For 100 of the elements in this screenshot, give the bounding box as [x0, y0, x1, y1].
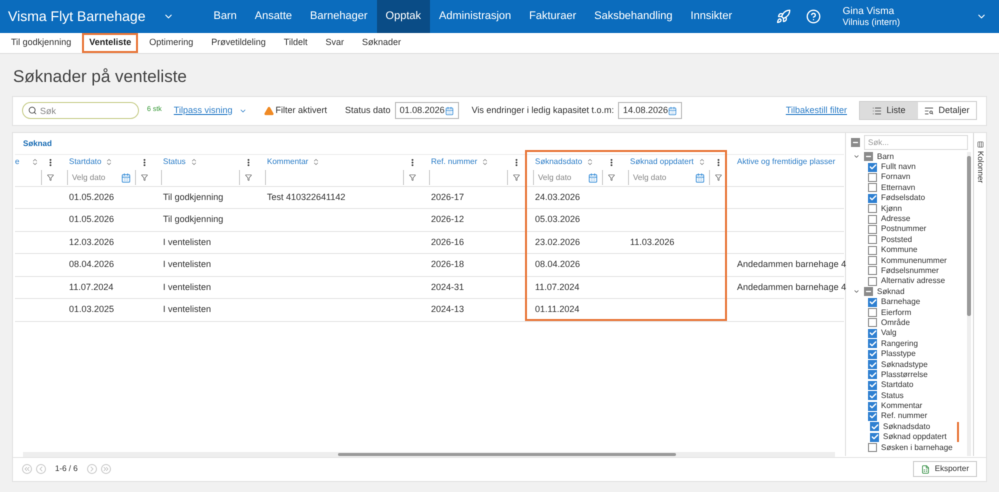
- sort-icon[interactable]: [105, 158, 114, 166]
- filter-icon[interactable]: [715, 174, 722, 181]
- reset-filter-link[interactable]: Tilbakestill filter: [786, 104, 847, 118]
- filter-field[interactable]: [265, 170, 404, 185]
- column-option-label[interactable]: Kommune: [881, 245, 918, 256]
- checkbox[interactable]: [868, 276, 877, 286]
- sub-tab[interactable]: Optimering: [142, 33, 200, 53]
- chevron-icon[interactable]: [853, 153, 860, 160]
- sort-icon[interactable]: [481, 158, 490, 166]
- column-option-label[interactable]: Alternativ adresse: [881, 276, 946, 286]
- nav-tab[interactable]: Barnehager: [301, 0, 377, 33]
- column-option-label[interactable]: Fødselsdato: [881, 193, 926, 204]
- column-header[interactable]: Status: [163, 156, 186, 168]
- vertical-scrollbar[interactable]: [967, 152, 971, 456]
- filter-icon[interactable]: [608, 174, 615, 181]
- checkbox[interactable]: [868, 308, 877, 318]
- sort-icon[interactable]: [30, 158, 39, 166]
- checkbox[interactable]: [868, 256, 877, 266]
- checkbox[interactable]: [868, 380, 877, 390]
- rocket-icon[interactable]: [776, 9, 791, 24]
- sub-tab[interactable]: Svar: [318, 33, 351, 53]
- column-option-label[interactable]: Valg: [881, 328, 896, 338]
- checkbox[interactable]: [864, 287, 873, 296]
- column-option-label[interactable]: Plasstype: [881, 349, 916, 360]
- date-filter-field[interactable]: Velg dato: [628, 170, 710, 185]
- help-icon[interactable]: [806, 9, 821, 24]
- checkbox[interactable]: [868, 172, 877, 182]
- column-header[interactable]: e: [15, 156, 20, 168]
- view-toggle[interactable]: Liste: [860, 102, 918, 119]
- column-header[interactable]: Aktive og fremtidige plasser: [737, 156, 836, 168]
- column-option-label[interactable]: Plasstørrelse: [881, 370, 928, 380]
- column-option-label[interactable]: Etternavn: [881, 182, 916, 193]
- sort-icon[interactable]: [312, 158, 320, 166]
- column-header[interactable]: Startdato: [69, 156, 102, 168]
- sub-tab[interactable]: Tildelt: [276, 33, 314, 53]
- checkbox[interactable]: [868, 298, 877, 307]
- column-option-label[interactable]: Poststed: [881, 234, 912, 245]
- sub-tab[interactable]: Prøvetildeling: [204, 33, 273, 53]
- nav-tab[interactable]: Barn: [204, 0, 246, 33]
- filter-icon[interactable]: [513, 174, 520, 181]
- column-option-label[interactable]: Fødselsnummer: [881, 266, 939, 276]
- column-option-label[interactable]: Søsken i barnehage: [881, 442, 953, 453]
- nav-tab[interactable]: Opptak: [376, 0, 430, 33]
- checkbox[interactable]: [868, 360, 877, 369]
- chevron-icon[interactable]: [853, 288, 860, 296]
- date-field[interactable]: 14.08.2026: [618, 102, 682, 119]
- column-option-label[interactable]: Fornavn: [881, 172, 910, 182]
- column-option-label[interactable]: Eierform: [881, 308, 912, 318]
- search-field[interactable]: Søk: [22, 102, 139, 119]
- sub-tab[interactable]: Til godkjenning: [4, 33, 78, 53]
- checkbox[interactable]: [868, 214, 877, 224]
- column-option-label[interactable]: Status: [881, 390, 904, 401]
- nav-tab[interactable]: Ansatte: [246, 0, 302, 33]
- checkbox[interactable]: [864, 152, 873, 162]
- checkbox[interactable]: [868, 350, 877, 359]
- checkbox[interactable]: [870, 432, 879, 442]
- column-option-label[interactable]: Barnehage: [881, 297, 920, 308]
- side-tab[interactable]: Kolonner: [973, 132, 986, 456]
- checkbox[interactable]: [851, 138, 860, 147]
- checkbox[interactable]: [868, 183, 877, 192]
- checkbox[interactable]: [868, 224, 877, 234]
- filter-field[interactable]: [429, 170, 508, 185]
- checkbox[interactable]: [868, 235, 877, 244]
- column-option-label[interactable]: Kjønn: [881, 204, 902, 214]
- checkbox[interactable]: [868, 204, 877, 214]
- checkbox[interactable]: [868, 412, 877, 421]
- checkbox[interactable]: [870, 422, 879, 432]
- date-field[interactable]: 01.08.2026: [394, 102, 459, 119]
- checkbox[interactable]: [868, 391, 877, 400]
- column-search-field[interactable]: Søk...: [864, 135, 968, 150]
- checkbox[interactable]: [868, 328, 877, 338]
- export-button[interactable]: Eksporter: [912, 461, 977, 478]
- horizontal-scrollbar[interactable]: [23, 452, 835, 457]
- nav-tab[interactable]: Administrasjon: [430, 0, 520, 33]
- filter-icon[interactable]: [245, 174, 252, 181]
- column-option-label[interactable]: Søknadsdato: [883, 422, 930, 432]
- date-filter-field[interactable]: Velg dato: [533, 170, 603, 185]
- checkbox[interactable]: [868, 246, 877, 255]
- column-option-label[interactable]: Kommunenummer: [881, 256, 947, 266]
- column-group-label[interactable]: Søknad: [877, 286, 905, 297]
- sub-tab[interactable]: Venteliste: [82, 33, 138, 53]
- column-option-label[interactable]: Ref. nummer: [881, 411, 928, 422]
- column-header[interactable]: Ref. nummer: [431, 156, 478, 168]
- column-option-label[interactable]: Fullt navn: [881, 162, 916, 172]
- date-filter-field[interactable]: Velg dato: [67, 170, 136, 185]
- nav-tab[interactable]: Innsikter: [682, 0, 742, 33]
- checkbox[interactable]: [868, 266, 877, 276]
- filter-icon[interactable]: [47, 174, 54, 181]
- app-title[interactable]: Visma Flyt Barnehage: [8, 6, 146, 27]
- column-header[interactable]: Søknadsdato: [535, 156, 582, 168]
- checkbox[interactable]: [868, 194, 877, 203]
- checkbox[interactable]: [868, 339, 877, 348]
- sort-icon[interactable]: [190, 158, 198, 166]
- column-option-label[interactable]: Område: [881, 318, 910, 328]
- nav-tab[interactable]: Fakturaer: [520, 0, 586, 33]
- column-option-label[interactable]: Søknadstype: [881, 360, 928, 370]
- checkbox[interactable]: [868, 318, 877, 328]
- column-option-label[interactable]: Kommentar: [881, 401, 922, 412]
- column-option-label[interactable]: Postnummer: [881, 224, 926, 234]
- column-option-label[interactable]: Rangering: [881, 338, 918, 349]
